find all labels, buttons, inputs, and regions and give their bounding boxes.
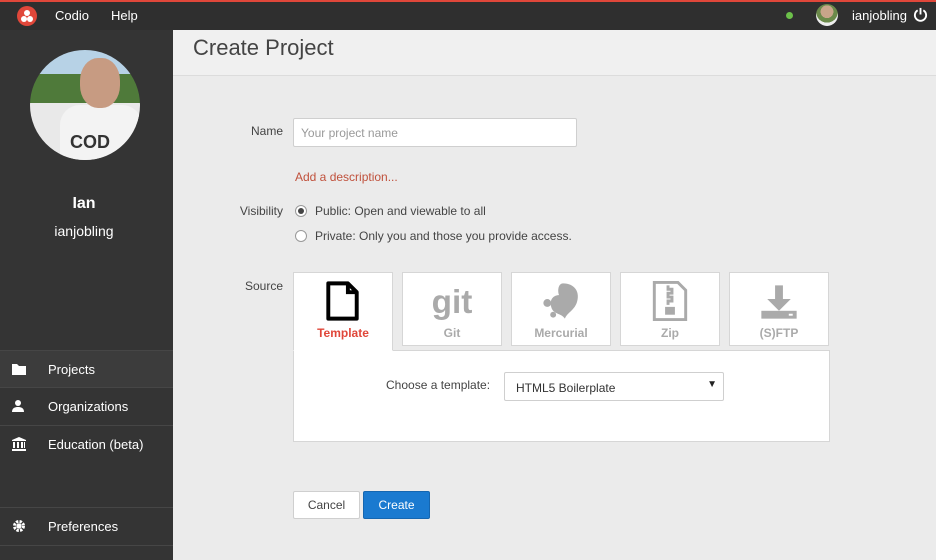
git-icon: git: [432, 284, 473, 321]
user-avatar[interactable]: COD: [30, 50, 140, 160]
menu-codio[interactable]: Codio: [55, 8, 89, 23]
users-icon: [12, 400, 24, 412]
menu-help[interactable]: Help: [111, 8, 138, 23]
chevron-down-icon: ▼: [707, 379, 717, 390]
add-description-link[interactable]: Add a description...: [295, 170, 398, 184]
sidebar-item-organizations[interactable]: Organizations: [0, 387, 173, 424]
tab-label: Mercurial: [534, 326, 588, 340]
sidebar-item-projects[interactable]: Projects: [0, 350, 173, 387]
tab-mercurial[interactable]: Mercurial: [511, 272, 611, 346]
power-icon[interactable]: [913, 7, 928, 22]
folder-icon: [12, 364, 26, 375]
tab-label: Zip: [661, 326, 679, 340]
visibility-label: Visibility: [239, 204, 283, 218]
radio-label: Public: Open and viewable to all: [315, 204, 486, 218]
download-icon: [761, 285, 797, 319]
sidebar-item-label: Projects: [48, 362, 95, 377]
top-username[interactable]: ianjobling: [852, 8, 907, 23]
choose-template-label: Choose a template:: [386, 378, 491, 392]
template-select-value: HTML5 Boilerplate: [516, 381, 616, 395]
institution-icon: [12, 437, 26, 451]
radio-public[interactable]: [295, 205, 307, 217]
sidebar-item-label: Education (beta): [48, 437, 144, 452]
document-icon: [326, 281, 359, 321]
sidebar-item-label: Organizations: [48, 399, 129, 414]
sidebar-item-preferences[interactable]: Preferences: [0, 507, 173, 544]
online-status-icon: [786, 12, 793, 19]
page-title: Create Project: [193, 35, 334, 60]
mercurial-icon: [543, 283, 578, 319]
sidebar-item-education[interactable]: Education (beta): [0, 425, 173, 462]
tab-label: Template: [317, 326, 369, 340]
gear-icon: [13, 520, 25, 532]
cancel-button[interactable]: Cancel: [293, 491, 360, 519]
user-handle: ianjobling: [54, 223, 114, 239]
radio-private[interactable]: [295, 230, 307, 242]
tab-zip[interactable]: Zip: [620, 272, 720, 346]
user-avatar-small[interactable]: [816, 4, 838, 26]
user-display-name: Ian: [72, 195, 96, 212]
page-header: Create Project: [173, 30, 936, 76]
radio-label: Private: Only you and those you provide …: [315, 229, 572, 243]
sidebar: COD Ian ianjobling Projects Organization…: [0, 30, 173, 560]
zip-icon: [652, 281, 688, 321]
create-button[interactable]: Create: [363, 491, 430, 519]
codio-logo-icon[interactable]: [17, 6, 37, 26]
top-accent-stripe: [0, 0, 936, 2]
tab-label: Git: [443, 326, 461, 340]
avatar-shirt-text: COD: [70, 132, 110, 152]
sidebar-divider: [0, 545, 173, 560]
name-label: Name: [250, 124, 283, 138]
svg-text:git: git: [432, 284, 473, 321]
tab-template[interactable]: Template: [293, 272, 393, 351]
sidebar-item-label: Preferences: [48, 519, 119, 534]
template-select[interactable]: HTML5 Boilerplate ▼: [504, 372, 724, 401]
project-name-input[interactable]: [293, 118, 577, 147]
source-label: Source: [244, 279, 283, 293]
tab-label: (S)FTP: [759, 326, 799, 340]
tab-sftp[interactable]: (S)FTP: [729, 272, 829, 346]
top-bar: Codio Help ianjobling: [0, 0, 936, 30]
tab-git[interactable]: git Git: [402, 272, 502, 346]
